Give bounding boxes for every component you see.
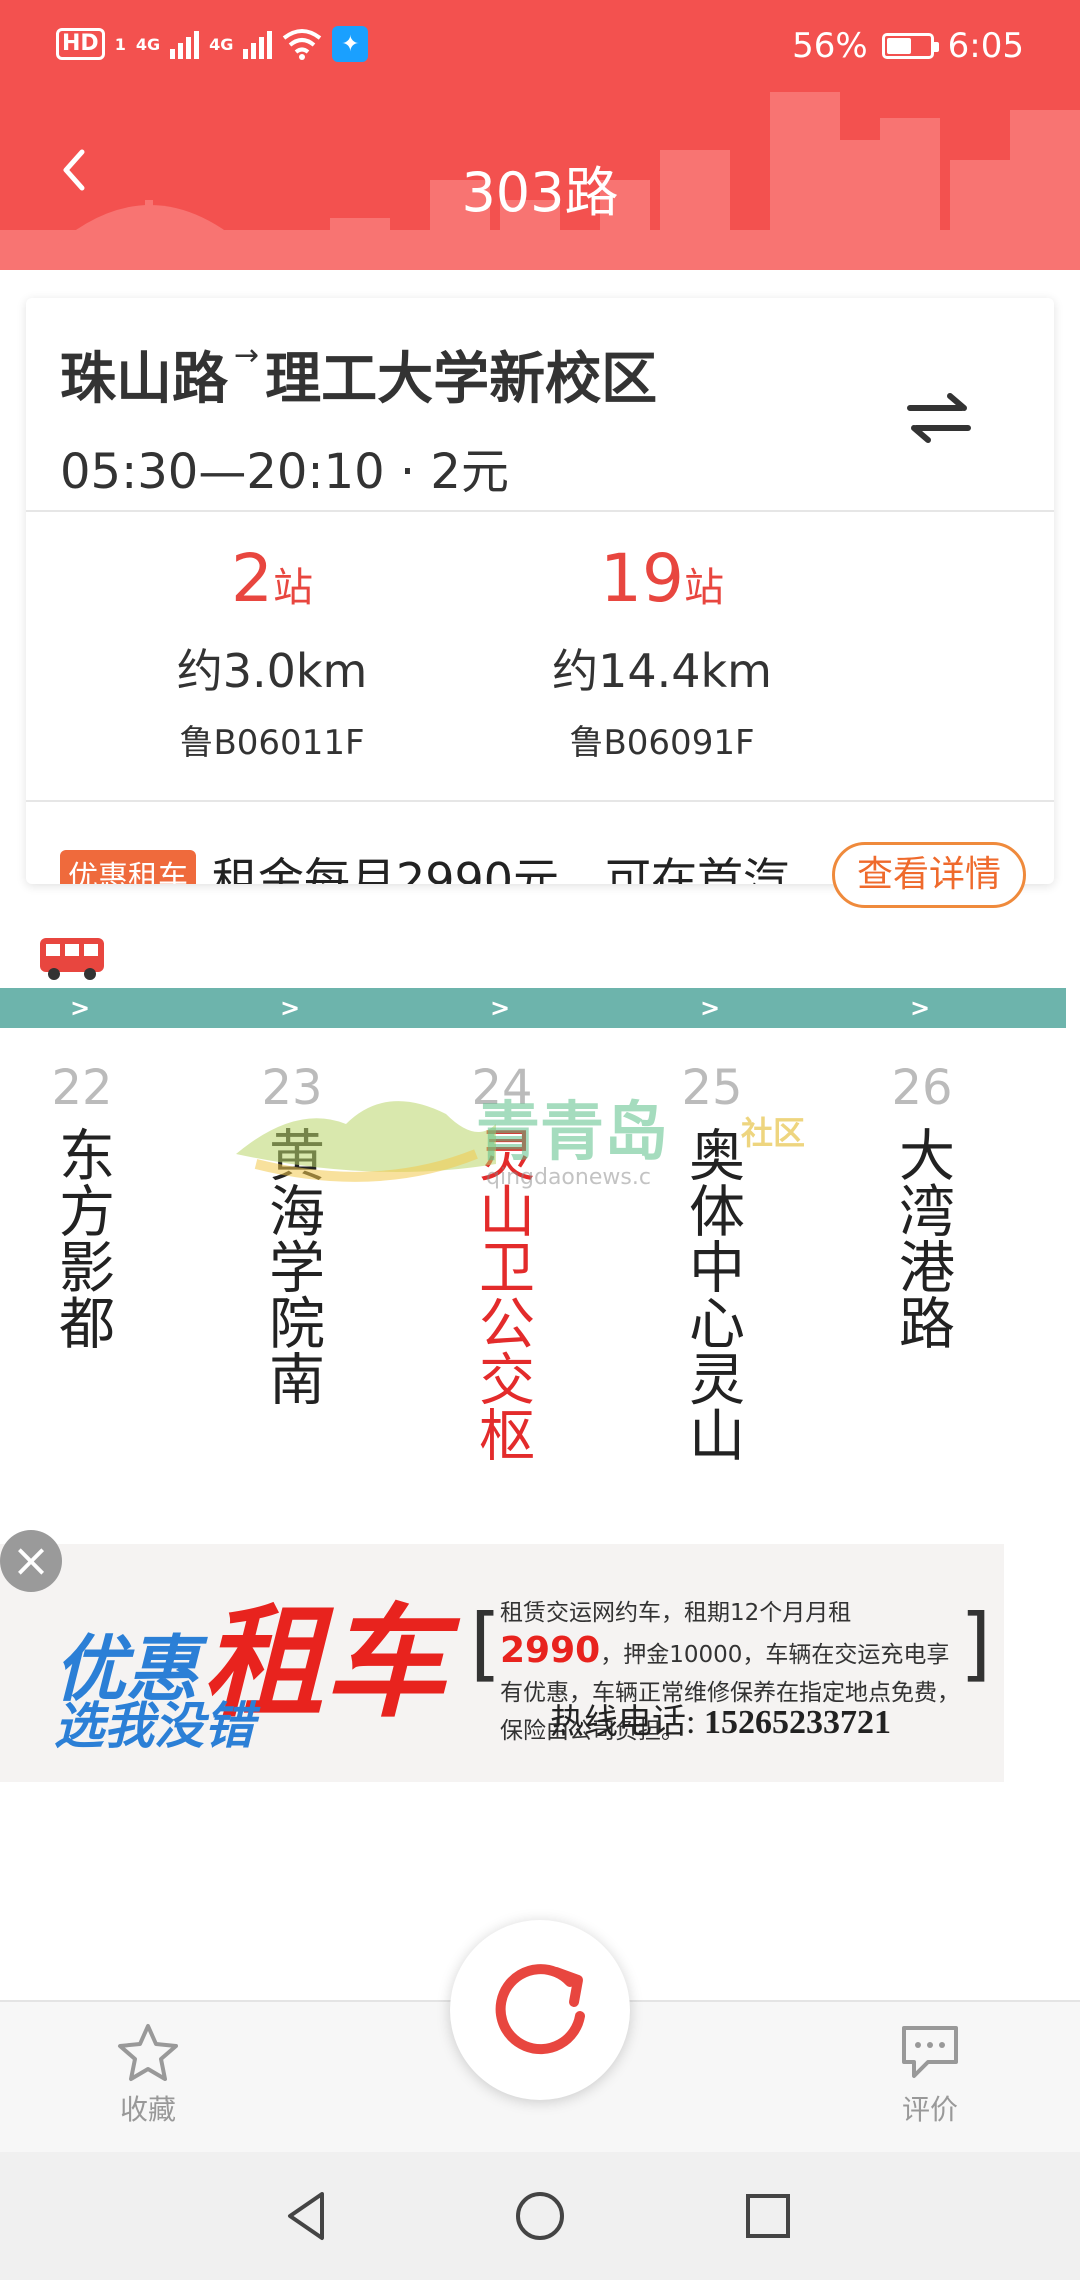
- wifi-icon: [283, 29, 322, 60]
- ad-bracket-right: ]: [960, 1597, 992, 1690]
- favorite-label: 收藏: [119, 2093, 176, 2126]
- route-direction: 珠山路 → 理工大学新校区: [60, 334, 657, 415]
- track-arrow-icon: >: [490, 994, 511, 1022]
- station-number: 26: [891, 1060, 953, 1116]
- route-from: 珠山路: [60, 347, 228, 412]
- track-arrow-icon: >: [700, 994, 721, 1022]
- bus-icon: [40, 938, 104, 980]
- nav-back-icon[interactable]: [278, 2186, 338, 2246]
- review-tab[interactable]: 评价: [860, 2022, 1000, 2128]
- station-name: 黄海学院南: [259, 1126, 325, 1406]
- page-title: 303路: [461, 161, 619, 224]
- notification-app-icon: ✦: [332, 26, 369, 62]
- route-time-fare: 05:30—20:10 · 2元: [60, 444, 509, 500]
- track-arrow-icon: >: [910, 994, 931, 1022]
- station-22[interactable]: 22 东方影都: [32, 1060, 132, 1350]
- station-number: 24: [471, 1060, 533, 1116]
- refresh-icon: [495, 1964, 585, 2055]
- ad-close-button[interactable]: ×: [0, 1530, 62, 1592]
- bus-plate: 鲁B06011F: [179, 723, 365, 763]
- comment-icon: [902, 2026, 958, 2078]
- system-nav-bar: [0, 2152, 1080, 2280]
- signal-icon: [170, 29, 200, 59]
- station-number: 22: [51, 1060, 113, 1116]
- star-icon: [118, 2024, 178, 2081]
- nav-home-icon[interactable]: [510, 2186, 570, 2246]
- ad-banner[interactable]: 优惠 租车 选我没错 [ 租赁交运网约车，租期12个月月租2990，押金1000…: [0, 1544, 1004, 1782]
- ad-phone: 热线电话: 15265233721: [550, 1704, 891, 1741]
- clock: 6:05: [947, 26, 1024, 66]
- promo-text: 租金每月2990元，可在首汽: [212, 853, 790, 884]
- route-info-card: 珠山路 → 理工大学新校区 05:30—20:10 · 2元 2站 约3.0km…: [26, 298, 1054, 884]
- review-label: 评价: [901, 2093, 958, 2126]
- bus-distance: 约3.0km: [176, 644, 368, 698]
- route-to: 理工大学新校区: [265, 347, 658, 412]
- station-number: 25: [681, 1060, 743, 1116]
- battery-percent: 56%: [792, 26, 868, 66]
- nav-recents-icon[interactable]: [738, 2186, 798, 2246]
- promo-tag: 优惠租车: [60, 850, 196, 884]
- signal-icon-2: [243, 29, 273, 59]
- hd-badge: HD: [56, 28, 105, 60]
- network-type-2: 4G: [209, 34, 234, 54]
- network-type-1: 4G: [135, 34, 161, 54]
- battery-icon: [881, 33, 939, 59]
- station-23[interactable]: 23 黄海学院南: [242, 1060, 342, 1406]
- station-number: 23: [261, 1060, 323, 1116]
- station-25[interactable]: 25 奥体中心灵山: [662, 1060, 762, 1462]
- ad-price: 2990: [500, 1630, 601, 1671]
- track-arrow-icon: >: [70, 994, 91, 1022]
- card-divider: [26, 800, 1054, 802]
- station-24-current[interactable]: 24 灵山卫公交枢: [452, 1060, 552, 1462]
- view-details-button[interactable]: 查看详情: [832, 842, 1027, 908]
- swap-direction-icon[interactable]: [904, 388, 974, 448]
- bus-plate: 鲁B06091F: [569, 723, 755, 763]
- bus-stops-away: 2站: [231, 540, 313, 617]
- bus-distance: 约14.4km: [552, 644, 772, 698]
- favorite-tab[interactable]: 收藏: [78, 2022, 218, 2128]
- station-name: 东方影都: [49, 1126, 115, 1350]
- bus-info-1[interactable]: 2站 约3.0km 鲁B06011F: [122, 540, 422, 764]
- ad-title-line2: 选我没错: [54, 1697, 254, 1755]
- bus-info-2[interactable]: 19站 约14.4km 鲁B06091F: [512, 540, 812, 764]
- station-name: 大湾港路: [889, 1126, 955, 1350]
- app-header: HD 1 4G 4G ✦ 56% 6:05 303路: [0, 0, 1080, 270]
- station-name: 奥体中心灵山: [679, 1126, 745, 1462]
- station-name: 灵山卫公交枢: [469, 1126, 535, 1462]
- route-track: > > > > >: [0, 988, 1066, 1028]
- card-divider: [26, 510, 1054, 512]
- station-26[interactable]: 26 大湾港路: [872, 1060, 972, 1350]
- track-arrow-icon: >: [280, 994, 301, 1022]
- refresh-button[interactable]: [450, 1920, 630, 2100]
- status-bar: HD 1 4G 4G ✦ 56% 6:05: [0, 0, 1080, 96]
- ad-bracket-left: [: [470, 1597, 502, 1690]
- sim-badge: 1: [114, 34, 126, 54]
- bus-stops-away: 19站: [600, 540, 724, 617]
- direction-arrow-icon: →: [234, 338, 260, 373]
